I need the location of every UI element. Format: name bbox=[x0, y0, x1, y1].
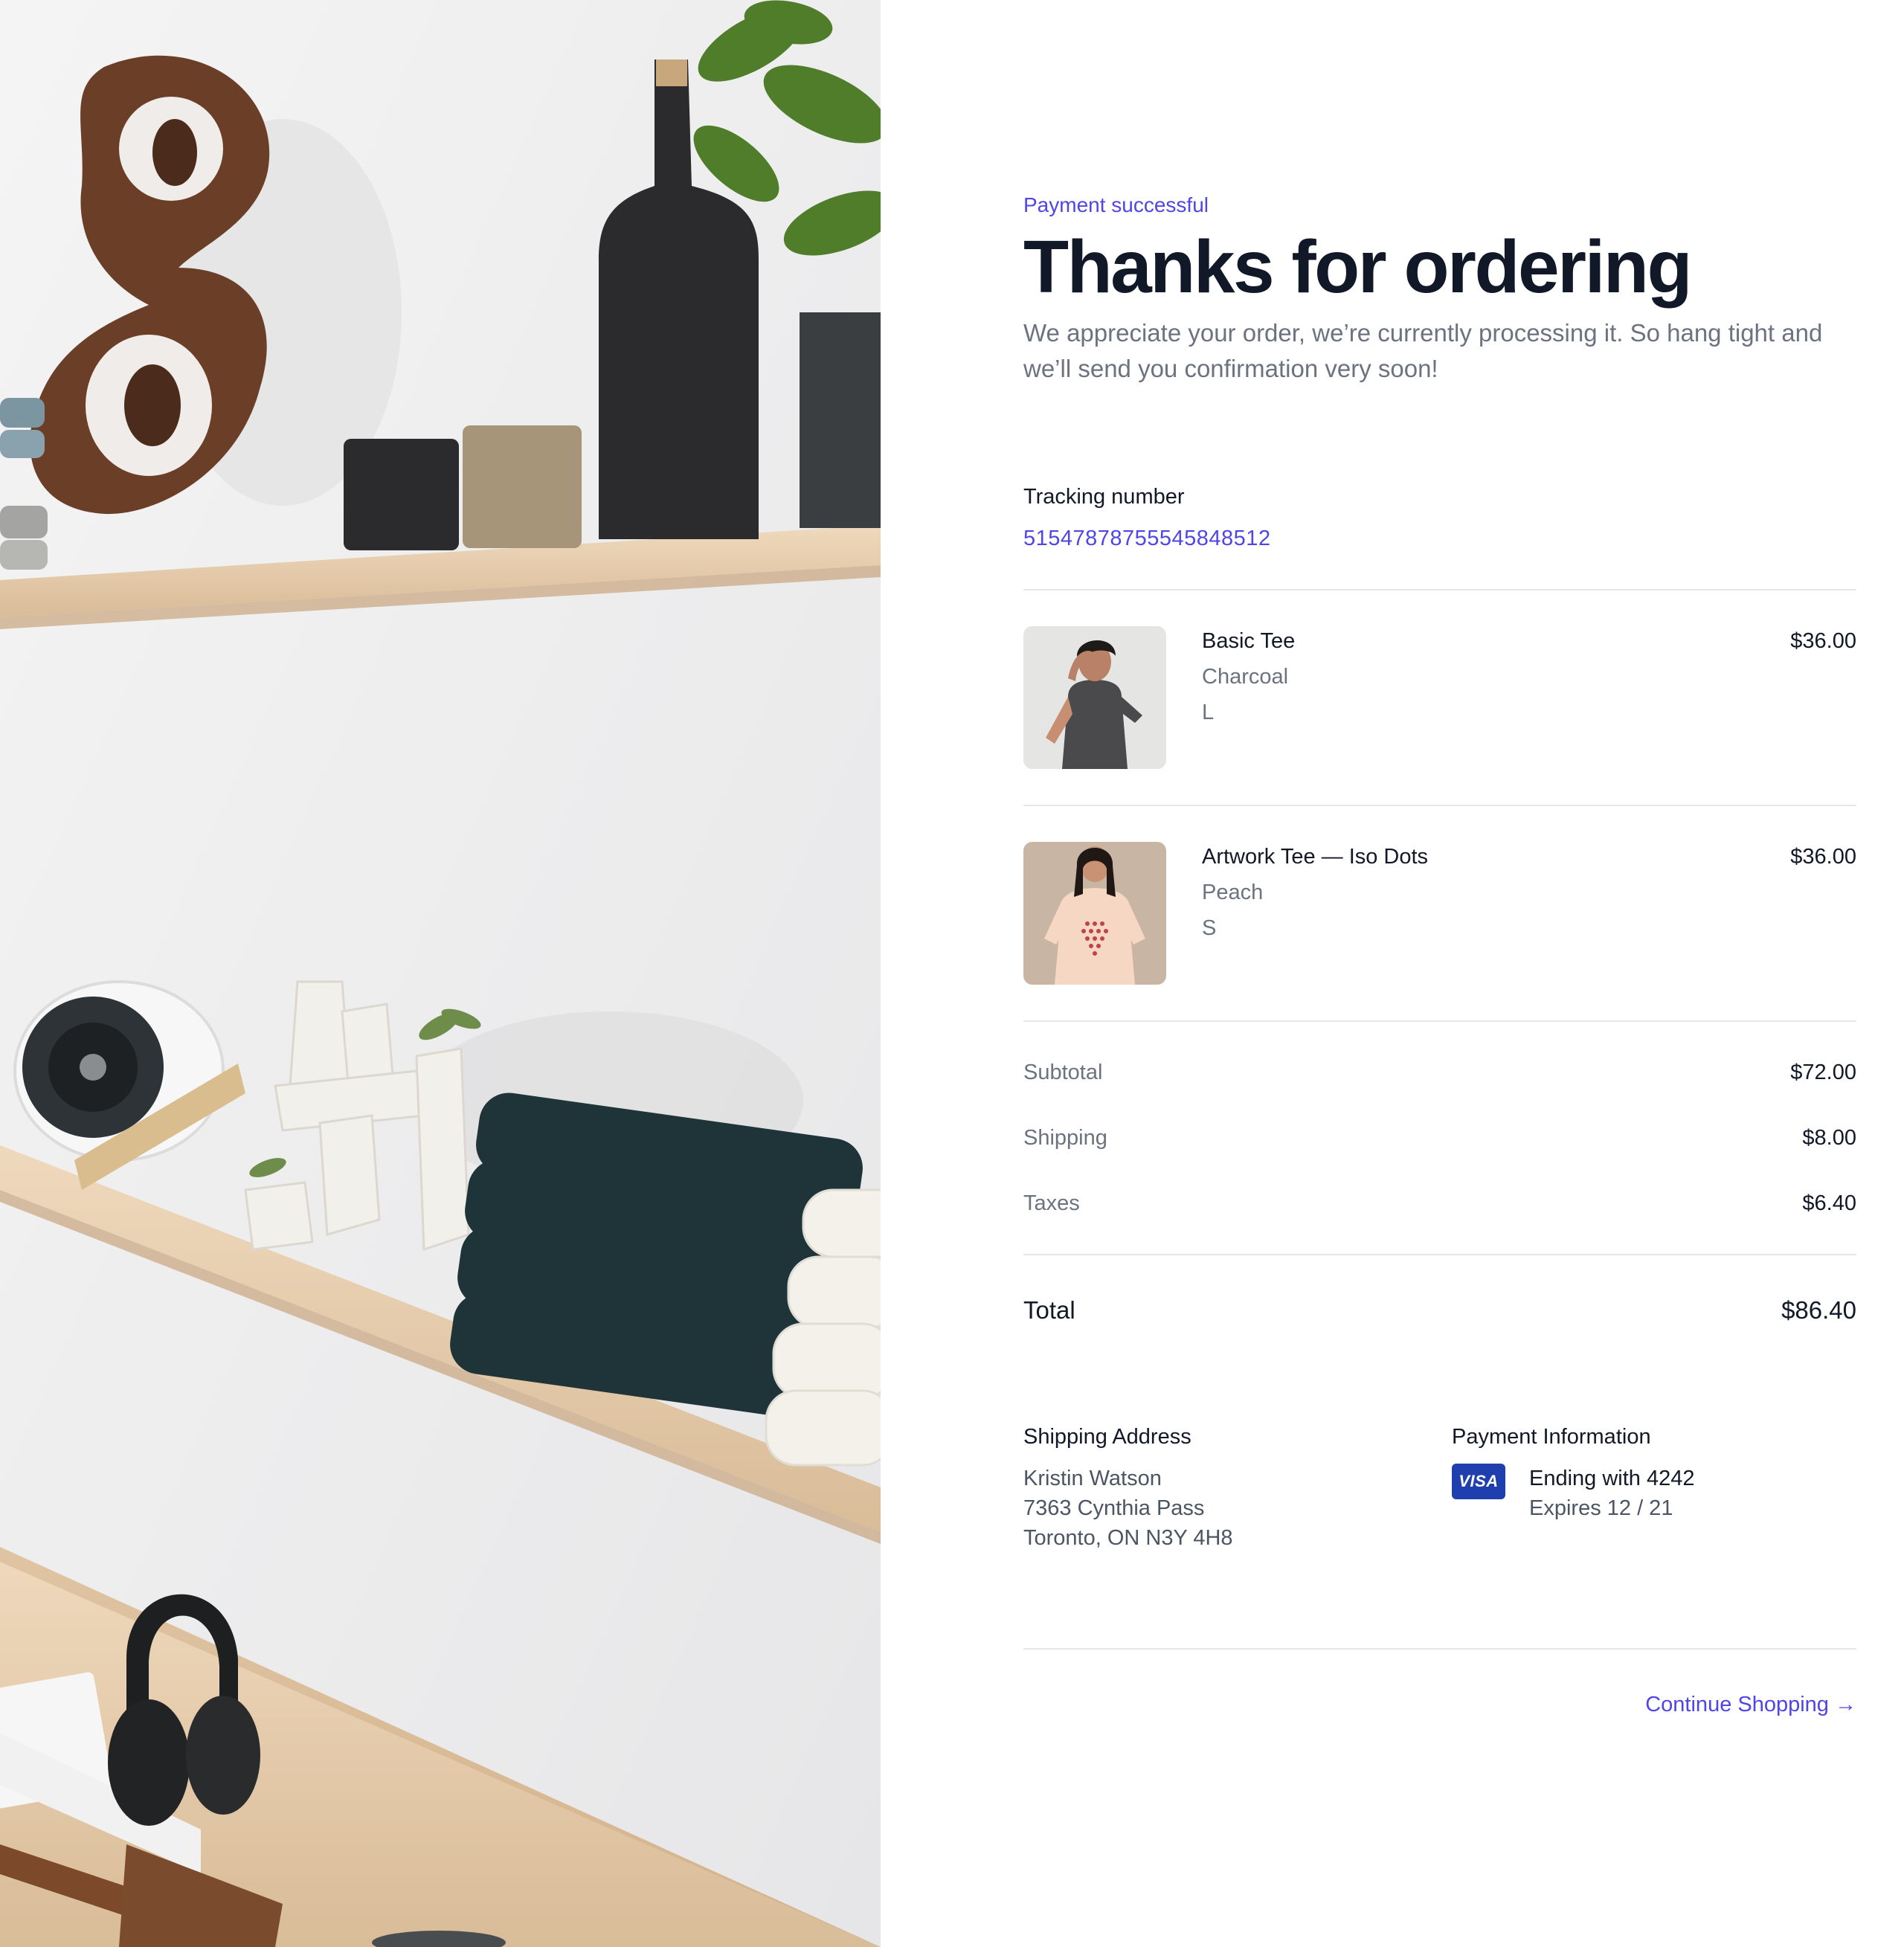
tracking-number-label: Tracking number bbox=[1023, 485, 1185, 509]
hero-shelf-photo bbox=[0, 0, 881, 1947]
taxes-label: Taxes bbox=[1023, 1191, 1080, 1215]
item-size: L bbox=[1202, 701, 1215, 724]
order-item: Artwork Tee — Iso Dots Peach S $36.00 bbox=[1023, 842, 1856, 985]
total-label: Total bbox=[1023, 1296, 1075, 1324]
divider bbox=[1023, 589, 1856, 590]
shipping-row: Shipping $8.00 bbox=[1023, 1123, 1856, 1153]
shelf-photo-image bbox=[0, 0, 881, 1947]
divider bbox=[1023, 805, 1856, 806]
product-image-basic-tee bbox=[1023, 626, 1166, 769]
shipping-value: $8.00 bbox=[1802, 1126, 1856, 1150]
divider bbox=[1023, 1648, 1856, 1650]
address-street: 7363 Cynthia Pass bbox=[1023, 1496, 1205, 1520]
item-price: $36.00 bbox=[1790, 845, 1856, 869]
total-value: $86.40 bbox=[1781, 1296, 1856, 1324]
continue-shopping-link[interactable]: Continue Shopping → bbox=[1645, 1690, 1856, 1719]
divider bbox=[1023, 1254, 1856, 1255]
visa-card-icon: VISA bbox=[1452, 1464, 1505, 1499]
payment-information-title: Payment Information bbox=[1452, 1425, 1651, 1449]
subtotal-row: Subtotal $72.00 bbox=[1023, 1058, 1856, 1087]
order-confirmation-page: Payment successful Thanks for ordering W… bbox=[0, 0, 1904, 1947]
address-name: Kristin Watson bbox=[1023, 1467, 1162, 1490]
intro-text: We appreciate your order, we’re currentl… bbox=[1023, 319, 1823, 382]
address-city: Toronto, ON N3Y 4H8 bbox=[1023, 1526, 1233, 1550]
item-size: S bbox=[1202, 916, 1217, 940]
shipping-label: Shipping bbox=[1023, 1126, 1107, 1150]
item-color: Charcoal bbox=[1202, 665, 1289, 689]
item-color: Peach bbox=[1202, 881, 1264, 904]
order-item: Basic Tee Charcoal L $36.00 bbox=[1023, 626, 1856, 769]
taxes-value: $6.40 bbox=[1802, 1191, 1856, 1215]
subtotal-label: Subtotal bbox=[1023, 1061, 1103, 1084]
card-ending: Ending with 4242 bbox=[1529, 1467, 1695, 1490]
subtotal-value: $72.00 bbox=[1790, 1061, 1856, 1084]
item-price: $36.00 bbox=[1790, 629, 1856, 653]
tracking-number-value[interactable]: 51547878755545848512 bbox=[1023, 524, 1271, 553]
page-title: Thanks for ordering bbox=[1023, 225, 1693, 309]
payment-status-label: Payment successful bbox=[1023, 193, 1209, 216]
product-image-artwork-tee bbox=[1023, 842, 1166, 985]
taxes-row: Taxes $6.40 bbox=[1023, 1188, 1856, 1218]
item-name[interactable]: Artwork Tee — Iso Dots bbox=[1202, 842, 1428, 872]
total-row: Total $86.40 bbox=[1023, 1294, 1856, 1327]
shipping-address-title: Shipping Address bbox=[1023, 1425, 1191, 1449]
item-name[interactable]: Basic Tee bbox=[1202, 626, 1295, 656]
divider bbox=[1023, 1020, 1856, 1022]
card-expiry: Expires 12 / 21 bbox=[1529, 1496, 1673, 1520]
